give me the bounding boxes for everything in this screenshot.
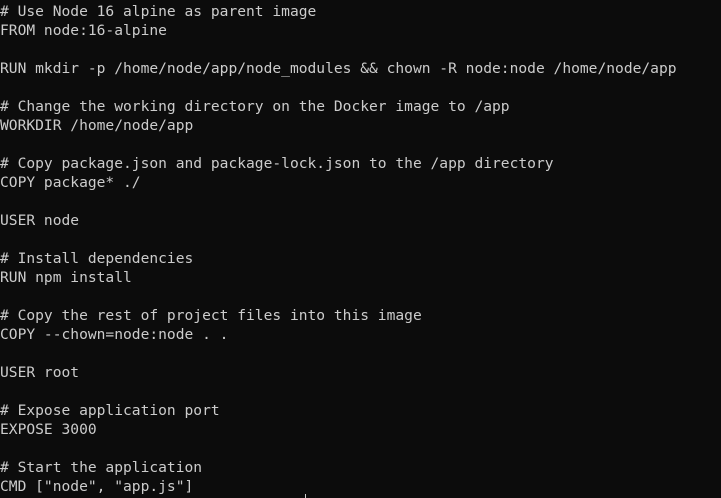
dockerfile-line: # Copy package.json and package-lock.jso… [0,155,554,172]
text-cursor [305,494,306,498]
dockerfile-line: RUN mkdir -p /home/node/app/node_modules… [0,60,677,77]
dockerfile-line: # Use Node 16 alpine as parent image [0,3,317,20]
dockerfile-line: RUN npm install [0,269,132,286]
dockerfile-line [0,135,677,154]
dockerfile-line [0,230,677,249]
dockerfile-line [0,382,677,401]
dockerfile-content: # Use Node 16 alpine as parent image FRO… [0,2,677,496]
dockerfile-line [0,40,677,59]
dockerfile-line: CMD ["node", "app.js"] [0,478,194,495]
dockerfile-line: # Change the working directory on the Do… [0,98,510,115]
dockerfile-line [0,439,677,458]
dockerfile-line: COPY package* ./ [0,174,141,191]
dockerfile-line: # Expose application port [0,402,220,419]
dockerfile-line: COPY --chown=node:node . . [0,326,229,343]
dockerfile-line [0,287,677,306]
dockerfile-line: # Start the application [0,459,203,476]
dockerfile-line: USER node [0,212,80,229]
dockerfile-line: EXPOSE 3000 [0,421,97,438]
dockerfile-line: # Copy the rest of project files into th… [0,307,422,324]
dockerfile-line [0,344,677,363]
dockerfile-line: # Install dependencies [0,250,194,267]
dockerfile-line: FROM node:16-alpine [0,22,167,39]
terminal-window[interactable]: # Use Node 16 alpine as parent image FRO… [0,0,721,498]
dockerfile-line [0,192,677,211]
dockerfile-line: WORKDIR /home/node/app [0,117,194,134]
dockerfile-line [0,78,677,97]
dockerfile-line: USER root [0,364,80,381]
